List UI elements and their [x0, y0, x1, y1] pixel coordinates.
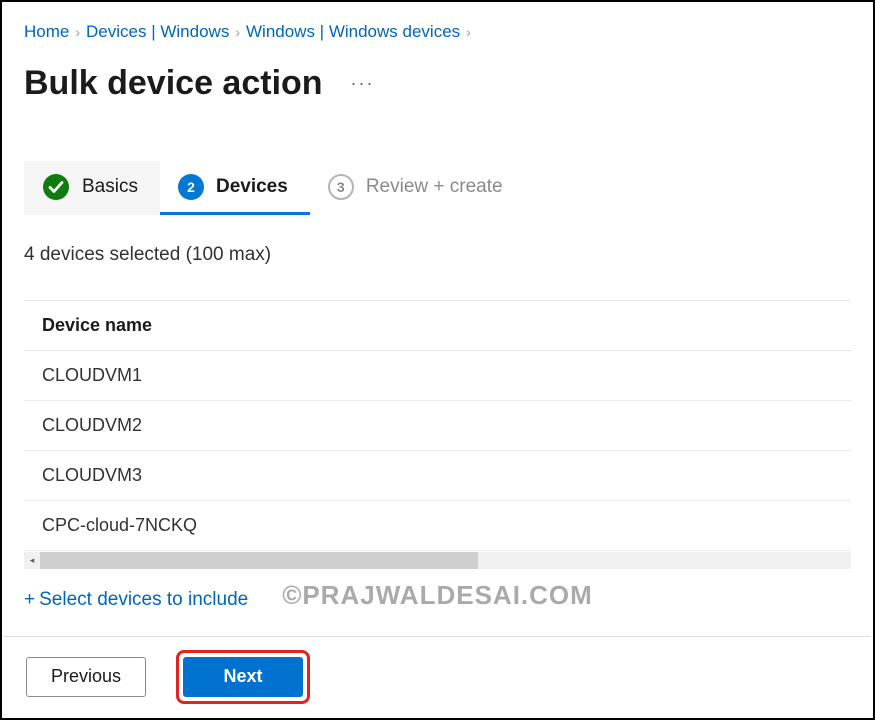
table-row[interactable]: CLOUDVM2 — [24, 401, 851, 451]
step-basics[interactable]: Basics — [24, 161, 160, 215]
breadcrumb-windows-devices[interactable]: Windows | Windows devices — [246, 22, 460, 42]
scroll-thumb[interactable] — [40, 552, 478, 569]
breadcrumb-home[interactable]: Home — [24, 22, 69, 42]
checkmark-icon — [42, 173, 70, 201]
table-row[interactable]: CLOUDVM1 — [24, 351, 851, 401]
column-header-device-name[interactable]: Device name — [24, 301, 851, 351]
breadcrumb-devices-windows[interactable]: Devices | Windows — [86, 22, 229, 42]
wizard-footer: Previous Next — [4, 636, 871, 716]
previous-button[interactable]: Previous — [26, 657, 146, 697]
scroll-left-icon[interactable]: ◂ — [24, 552, 40, 569]
table-row[interactable]: CLOUDVM3 — [24, 451, 851, 501]
device-table: Device name CLOUDVM1 CLOUDVM2 CLOUDVM3 C… — [24, 300, 851, 569]
selected-count: 4 devices selected (100 max) — [24, 244, 851, 266]
chevron-right-icon: › — [75, 24, 80, 40]
table-row[interactable]: CPC-cloud-7NCKQ — [24, 501, 851, 551]
page-title: Bulk device action — [24, 64, 323, 103]
scroll-track[interactable] — [40, 552, 851, 569]
step-label: Devices — [216, 176, 288, 198]
horizontal-scrollbar[interactable]: ◂ — [24, 551, 851, 569]
next-button[interactable]: Next — [183, 657, 303, 697]
step-label: Basics — [82, 176, 138, 198]
step-label: Review + create — [366, 176, 503, 198]
step-review-create[interactable]: 3 Review + create — [310, 161, 525, 215]
chevron-right-icon: › — [466, 24, 471, 40]
select-devices-link-label: Select devices to include — [39, 589, 248, 610]
step-number-badge: 2 — [178, 174, 204, 200]
step-number-badge: 3 — [328, 174, 354, 200]
more-actions-icon[interactable]: ··· — [351, 73, 375, 94]
wizard-stepper: Basics 2 Devices 3 Review + create — [24, 161, 851, 216]
plus-icon: + — [24, 589, 35, 610]
next-button-highlight: Next — [176, 650, 310, 704]
chevron-right-icon: › — [235, 24, 240, 40]
step-devices[interactable]: 2 Devices — [160, 161, 310, 215]
select-devices-link[interactable]: +Select devices to include — [24, 589, 248, 611]
breadcrumb: Home › Devices | Windows › Windows | Win… — [24, 16, 851, 42]
